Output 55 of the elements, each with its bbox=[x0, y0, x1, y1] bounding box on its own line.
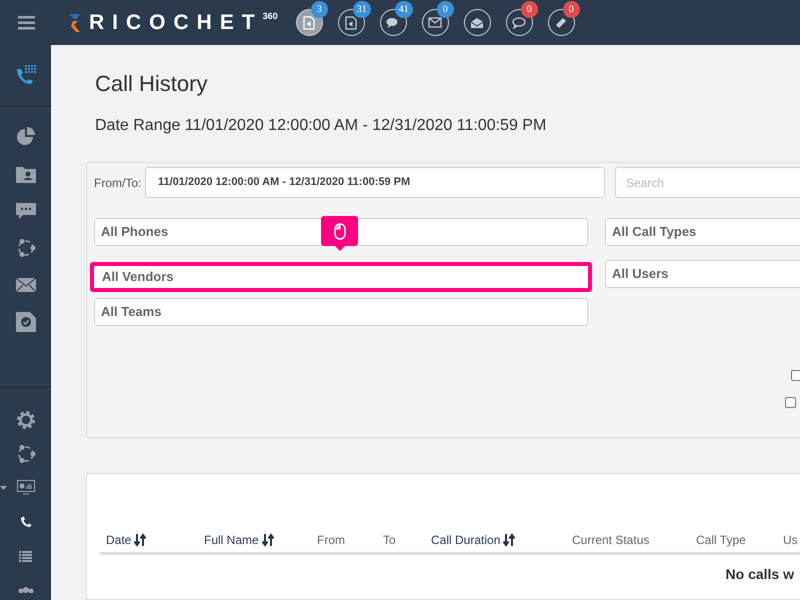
column-header: Us bbox=[783, 532, 799, 548]
count-badge: 0 bbox=[520, 1, 538, 18]
checklist-icon[interactable] bbox=[16, 312, 36, 332]
column-header: From bbox=[317, 532, 346, 548]
date-range: Date Range 11/01/2020 12:00:00 AM - 12/31/2020 11:00:59 PM bbox=[95, 116, 548, 136]
ticket-icon bbox=[554, 16, 568, 30]
phone-icon[interactable] bbox=[20, 516, 32, 528]
contact-folder-icon[interactable] bbox=[16, 164, 36, 183]
chat-icon bbox=[386, 16, 400, 28]
sort-icon bbox=[134, 532, 146, 546]
column-header[interactable]: Date bbox=[100, 530, 204, 548]
share-icon[interactable] bbox=[16, 444, 36, 464]
column-header: To bbox=[383, 532, 397, 548]
sort-icon bbox=[503, 532, 516, 546]
column-header: Call Type bbox=[696, 532, 747, 548]
sort-icon bbox=[262, 532, 274, 546]
header-icon-button[interactable] bbox=[464, 9, 491, 36]
search-field[interactable]: Search bbox=[615, 167, 800, 198]
list-icon[interactable] bbox=[19, 550, 32, 562]
dropdown[interactable]: All Call Types bbox=[605, 218, 800, 246]
chat-icon[interactable] bbox=[16, 202, 36, 220]
dropdown[interactable]: All Teams bbox=[94, 298, 588, 326]
caret-icon[interactable] bbox=[0, 486, 6, 490]
mouse-icon bbox=[334, 222, 346, 240]
dropdown[interactable]: All Phones bbox=[94, 218, 588, 246]
monitor-icon[interactable] bbox=[16, 480, 34, 496]
column-header[interactable]: Full Name bbox=[204, 530, 317, 548]
checkbox[interactable] bbox=[785, 397, 796, 408]
people-icon[interactable] bbox=[18, 587, 34, 593]
column-header: Current Status bbox=[572, 532, 650, 548]
count-badge: 31 bbox=[352, 1, 371, 18]
mail-icon[interactable] bbox=[16, 278, 36, 292]
brand-superscript: 360 bbox=[262, 10, 278, 23]
dropdown[interactable]: All Users bbox=[605, 260, 800, 288]
date-range-field[interactable]: 11/01/2020 12:00:00 AM - 12/31/2020 11:00:59 PM bbox=[145, 167, 605, 198]
count-badge: 0 bbox=[436, 1, 454, 18]
pie-chart-icon[interactable] bbox=[16, 126, 36, 147]
audio-file-icon bbox=[345, 16, 358, 30]
from-to-label: From/To: bbox=[94, 174, 142, 192]
page-title: Call History bbox=[95, 70, 208, 98]
dropdown[interactable]: All Vendors bbox=[90, 262, 592, 292]
settings-icon[interactable] bbox=[16, 410, 36, 430]
count-badge: 41 bbox=[394, 1, 413, 18]
empty-table-message: No calls w bbox=[726, 565, 794, 584]
column-header[interactable]: Call Duration bbox=[431, 530, 572, 548]
mail-icon bbox=[428, 17, 442, 28]
brand-name: RICOCHET bbox=[89, 10, 263, 36]
open-mail-icon bbox=[470, 16, 484, 28]
checkbox[interactable] bbox=[791, 370, 800, 381]
count-badge: 3 bbox=[310, 1, 328, 18]
share-icon[interactable] bbox=[16, 238, 36, 258]
audio-file-icon bbox=[303, 16, 316, 30]
menu-icon[interactable] bbox=[18, 16, 35, 30]
comment-icon bbox=[512, 16, 526, 28]
count-badge: 0 bbox=[562, 1, 580, 18]
